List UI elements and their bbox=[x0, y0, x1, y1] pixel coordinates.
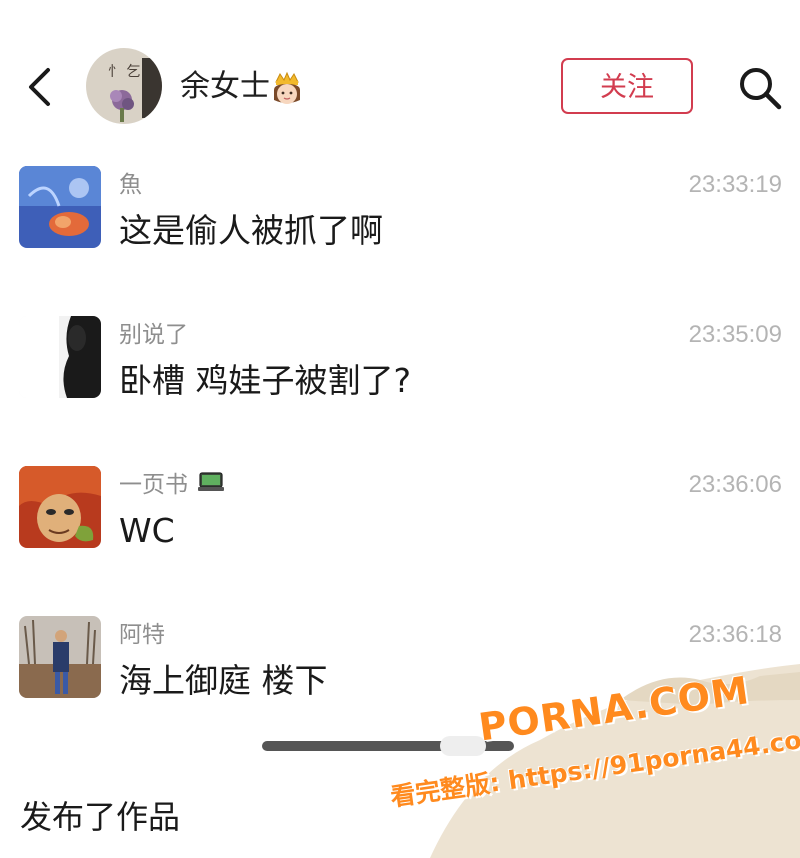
comment-timestamp: 23:35:09 bbox=[688, 321, 782, 348]
commenter-avatar[interactable] bbox=[19, 466, 101, 548]
comment-text: 卧槽 鸡娃子被割了? bbox=[119, 361, 412, 400]
profile-name: 余女士 bbox=[180, 69, 270, 104]
commenter-name[interactable]: 一页书 bbox=[119, 470, 225, 501]
comment-item[interactable]: 一页书 23:36:06 WC bbox=[0, 466, 800, 576]
commenter-name-text: 一页书 bbox=[119, 472, 188, 498]
anime-character-avatar-image bbox=[19, 466, 101, 548]
comment-timestamp: 23:36:06 bbox=[688, 471, 782, 498]
commenter-avatar[interactable] bbox=[19, 616, 101, 698]
scroll-thumb[interactable] bbox=[440, 736, 486, 756]
profile-avatar[interactable]: 忄 乞 bbox=[86, 48, 162, 124]
commenter-name[interactable]: 别说了 bbox=[119, 320, 188, 350]
comment-item[interactable]: 阿特 23:36:18 海上御庭 楼下 bbox=[0, 616, 800, 726]
comment-timestamp: 23:33:19 bbox=[688, 171, 782, 198]
comment-item[interactable]: 魚 23:33:19 这是偷人被抓了啊 bbox=[0, 166, 800, 276]
back-button[interactable] bbox=[20, 62, 64, 112]
comment-text: 海上御庭 楼下 bbox=[119, 661, 328, 700]
avatar-image: 忄 乞 bbox=[86, 48, 162, 124]
commenter-name[interactable]: 阿特 bbox=[119, 620, 165, 650]
comment-item[interactable]: 别说了 23:35:09 卧槽 鸡娃子被割了? bbox=[0, 316, 800, 426]
search-icon bbox=[740, 68, 782, 110]
svg-text:忄 乞: 忄 乞 bbox=[108, 64, 140, 80]
outdoor-photo-avatar-image bbox=[19, 616, 101, 698]
silhouette-avatar-image bbox=[19, 316, 101, 398]
chevron-left-icon bbox=[29, 68, 50, 106]
watermark-url: 看完整版: https://91porna44.com bbox=[388, 721, 800, 812]
comment-text: WC bbox=[119, 511, 175, 550]
commenter-name[interactable]: 魚 bbox=[119, 170, 142, 200]
commenter-avatar[interactable] bbox=[19, 166, 101, 248]
follow-button[interactable]: 关注 bbox=[561, 58, 693, 114]
princess-emoji-icon bbox=[268, 70, 306, 108]
laptop-badge-icon bbox=[197, 471, 225, 501]
section-title: 发布了作品 bbox=[20, 798, 181, 836]
profile-header: 忄 乞 余女士 关注 bbox=[0, 0, 800, 148]
comment-text: 这是偷人被抓了啊 bbox=[119, 211, 383, 250]
commenter-avatar[interactable] bbox=[19, 316, 101, 398]
comment-timestamp: 23:36:18 bbox=[688, 621, 782, 648]
fish-art-avatar-image bbox=[19, 166, 101, 248]
search-button[interactable] bbox=[736, 64, 784, 112]
